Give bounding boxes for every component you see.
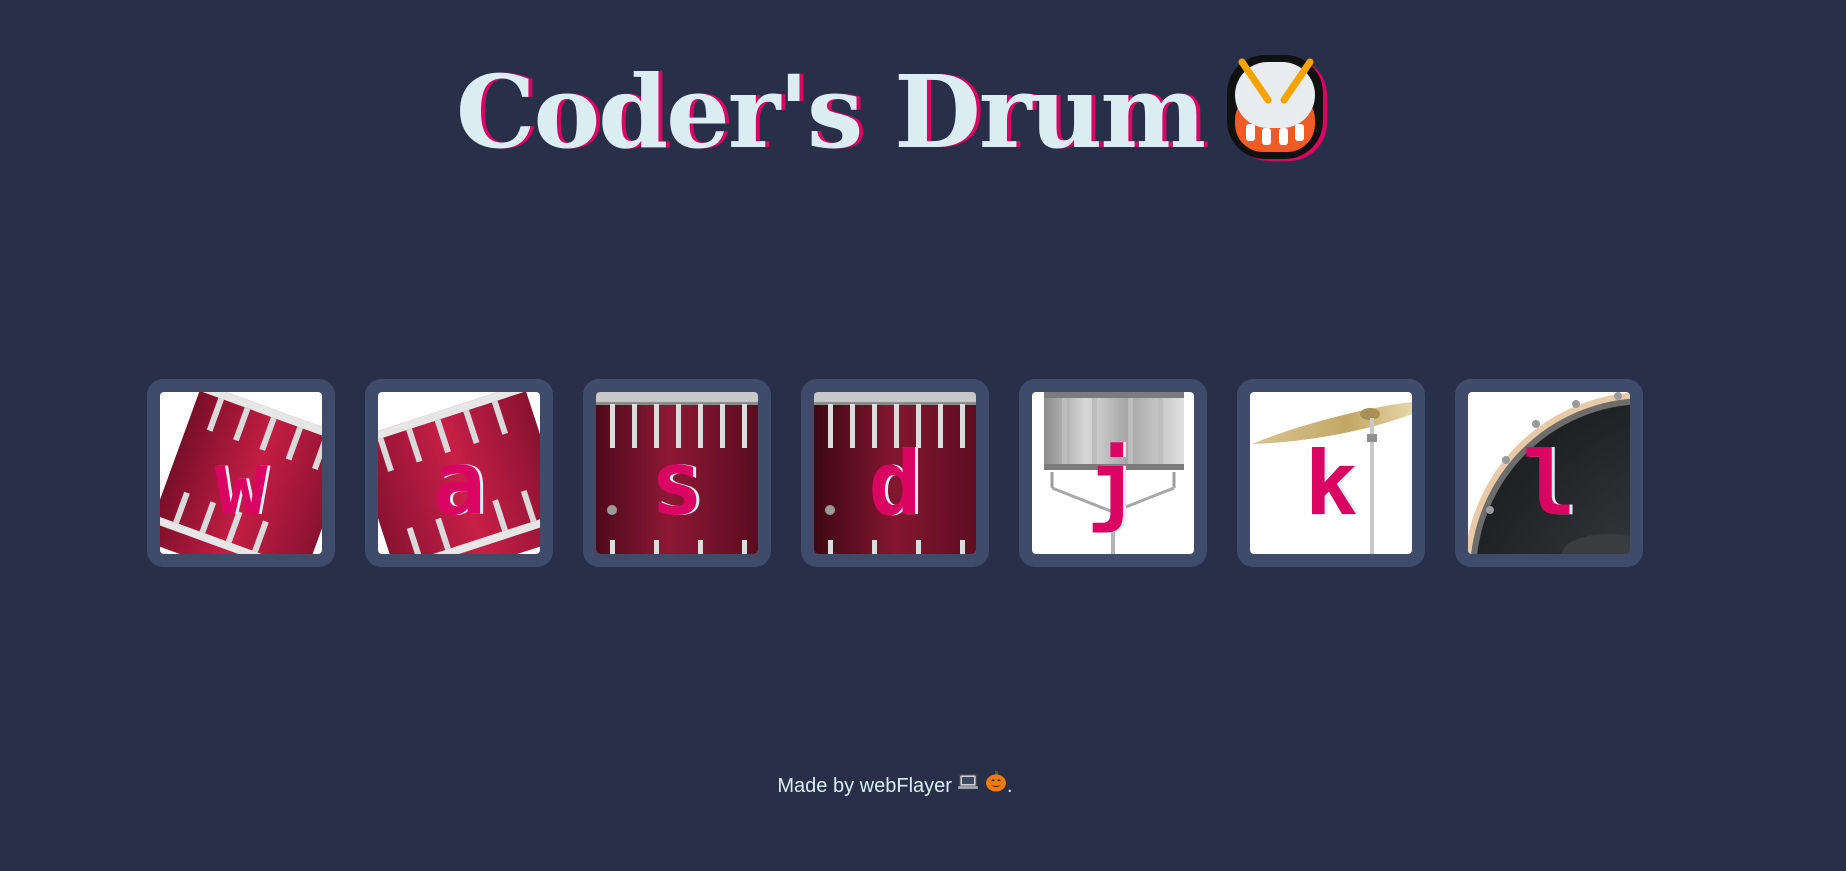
pumpkin-icon — [985, 770, 1007, 799]
drum-key-j[interactable]: j — [1019, 379, 1207, 567]
footer-text: Made by webFlayer — [777, 774, 952, 797]
drum-pad: a — [378, 392, 540, 554]
drum-key-k[interactable]: k — [1237, 379, 1425, 567]
drum-key-l[interactable]: l — [1455, 379, 1643, 567]
key-letter: j — [1086, 432, 1140, 535]
key-letter: l — [1522, 432, 1576, 535]
drum-key-w[interactable]: w — [147, 379, 335, 567]
key-letter: s — [650, 432, 704, 535]
key-letter: a — [432, 432, 486, 535]
header: Coder's Drum — [0, 52, 1790, 172]
drum-key-d[interactable]: d — [801, 379, 989, 567]
drum-pad: k — [1250, 392, 1412, 554]
laptop-icon — [957, 772, 979, 798]
key-letter: w — [214, 432, 268, 535]
drum-pad: l — [1468, 392, 1630, 554]
drum-pad: d — [814, 392, 976, 554]
page-title: Coder's Drum — [455, 53, 1206, 171]
key-letter: d — [868, 432, 922, 535]
drum-pad: j — [1032, 392, 1194, 554]
key-letter: k — [1304, 432, 1358, 535]
drum-key-s[interactable]: s — [583, 379, 771, 567]
footer-suffix: . — [1007, 774, 1013, 797]
drum-emoji-icon — [1222, 50, 1334, 166]
drum-set: w a s d j k l — [147, 379, 1643, 567]
drum-pad: s — [596, 392, 758, 554]
drum-pad: w — [160, 392, 322, 554]
drum-key-a[interactable]: a — [365, 379, 553, 567]
footer: Made by webFlayer . — [0, 770, 1790, 801]
